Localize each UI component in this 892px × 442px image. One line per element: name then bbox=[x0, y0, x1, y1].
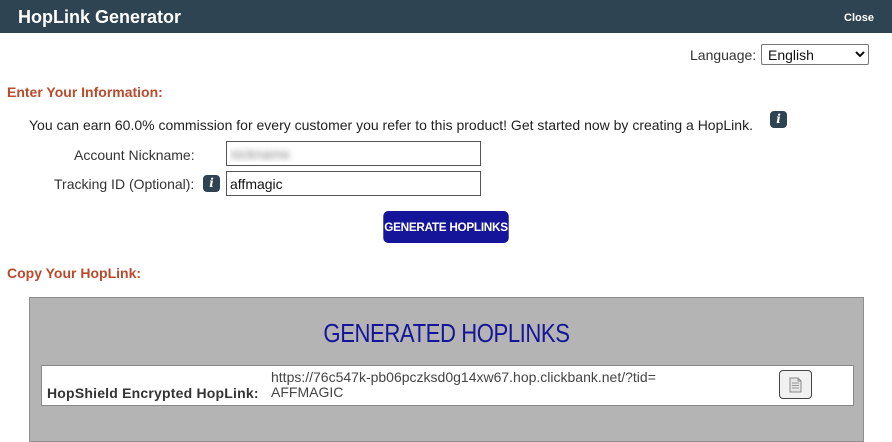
hoplink-label: HopShield Encrypted HopLink: bbox=[47, 385, 259, 401]
hoplink-url[interactable]: https://76c547k-pb06pczksd0g14xw67.hop.c… bbox=[271, 370, 661, 400]
close-button[interactable]: Close bbox=[844, 12, 874, 24]
generate-hoplinks-button[interactable]: GENERATE HOPLINKS bbox=[383, 211, 509, 243]
account-nickname-input[interactable] bbox=[226, 141, 481, 166]
intro-text: You can earn 60.0% commission for every … bbox=[29, 117, 753, 133]
tracking-id-input[interactable] bbox=[226, 171, 481, 196]
copy-hoplink-heading: Copy Your HopLink: bbox=[7, 265, 142, 281]
tracking-id-info-icon[interactable]: i bbox=[203, 175, 220, 192]
panel-title: GENERATED HOPLINKS bbox=[323, 318, 570, 348]
language-select[interactable]: English bbox=[761, 44, 869, 65]
window-title: HopLink Generator bbox=[18, 7, 182, 27]
generated-hoplinks-panel: GENERATED HOPLINKS HopShield Encrypted H… bbox=[29, 297, 864, 442]
copy-icon bbox=[789, 377, 802, 393]
language-label: Language: bbox=[690, 47, 757, 63]
info-icon[interactable]: i bbox=[770, 111, 787, 128]
account-nickname-label: Account Nickname: bbox=[74, 147, 195, 163]
title-bar: HopLink Generator Close bbox=[0, 0, 892, 33]
copy-button[interactable] bbox=[779, 370, 812, 399]
enter-info-heading: Enter Your Information: bbox=[7, 84, 163, 100]
hoplink-row: HopShield Encrypted HopLink: https://76c… bbox=[41, 365, 854, 406]
tracking-id-label: Tracking ID (Optional): bbox=[54, 176, 195, 192]
